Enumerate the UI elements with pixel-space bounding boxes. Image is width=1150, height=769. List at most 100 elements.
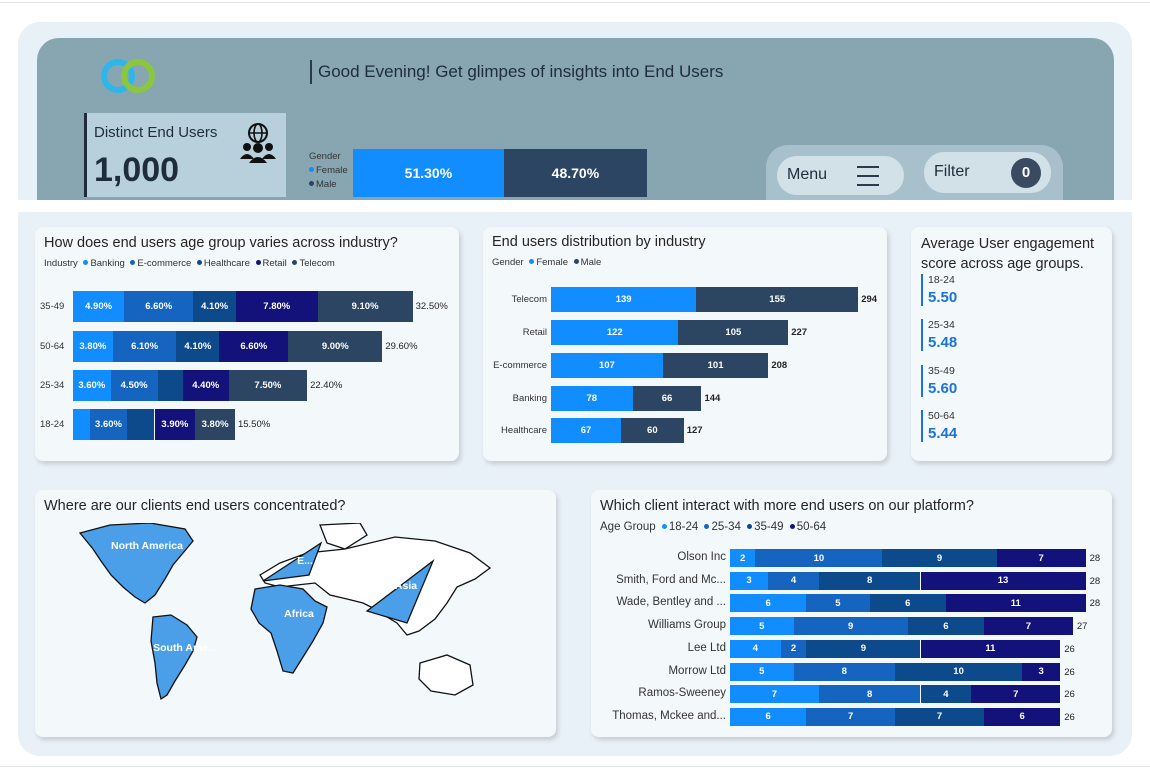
bar-total-label: 15.50% [237, 419, 271, 430]
age-35-49-dot-icon [747, 523, 753, 529]
world-map[interactable]: North America E... Asia Africa South Ame… [75, 523, 535, 708]
top-divider [0, 2, 1150, 3]
bar-total-label: 26 [1064, 711, 1075, 723]
bar-segment: 4.10% [176, 331, 220, 362]
bar-segment-male: 101 [662, 353, 769, 378]
bar-total-label: 208 [771, 360, 788, 371]
legend-50-64: 50-64 [796, 521, 827, 533]
gender-legend: Gender Female Male [309, 150, 348, 192]
client-label: Ramos-Sweeney [638, 687, 726, 700]
bar-segment-female: 139 [551, 287, 697, 312]
female-share: 51.30% [353, 149, 504, 197]
bar-segment: 7 [984, 617, 1073, 636]
gender-split-bar: 51.30% 48.70% [353, 149, 647, 197]
bar-total-label: 26 [1064, 666, 1075, 678]
bar-segment: 13 [920, 571, 1086, 590]
map-europe-label: E... [297, 555, 313, 567]
bar-segment-male: 60 [621, 418, 684, 443]
map-north-america-label: North America [111, 540, 183, 552]
bar-segment: 3 [1022, 662, 1061, 681]
engagement-score: 5.48 [928, 334, 958, 351]
bar-segment: 7.80% [236, 291, 318, 322]
kpi-card-distinct-users: Distinct End Users 1,000 [84, 113, 286, 197]
bar-segment: 9.00% [288, 331, 383, 362]
bar-total-label: 27 [1076, 621, 1088, 633]
engagement-title-line2: score across age groups. [921, 256, 1084, 272]
bar-segment: 3.60% [89, 409, 128, 440]
filter-button[interactable]: Filter 0 [924, 152, 1051, 193]
gender-legend-female: Female [309, 164, 348, 178]
legend-18-24: 18-24 [668, 521, 699, 533]
legend-healthcare: Healthcare [203, 258, 250, 269]
section-separator [18, 200, 1132, 212]
bar-segment: 9 [806, 639, 921, 658]
bar-segment: 4.90% [73, 291, 125, 322]
engagement-item: 18-24 5.50 [921, 274, 1071, 306]
legend-male: Male [580, 257, 602, 268]
legend-banking: Banking [90, 258, 125, 269]
industry-label: Banking [512, 393, 547, 404]
logo-icon [101, 59, 155, 93]
bar-segment: 4 [768, 571, 819, 590]
map-south-america-label: South Ame... [153, 642, 217, 654]
bar-segment: 9 [882, 549, 997, 567]
bar-segment: 10 [895, 662, 1023, 681]
banking-dot-icon [83, 260, 89, 266]
engagement-item: 25-34 5.48 [921, 319, 1071, 351]
bar-segment: 3.90% [154, 409, 196, 440]
bar-segment-male: 155 [696, 287, 859, 312]
bar-segment: 6.60% [219, 331, 289, 362]
bar-segment-female: 122 [551, 320, 679, 345]
filter-count-badge: 0 [1011, 158, 1041, 188]
client-label: Lee Ltd [687, 641, 726, 654]
client-label: Wade, Bentley and ... [616, 596, 726, 609]
north-america-shape [78, 523, 194, 604]
bar-total-label: 127 [686, 425, 703, 436]
age-group-label: 50-64 [40, 341, 65, 352]
legend-25-34: 25-34 [711, 521, 741, 533]
bar-segment: 3.80% [195, 409, 235, 440]
industry-dist-legend: Gender Female Male [492, 257, 601, 268]
bar-segment: 6.60% [124, 291, 194, 322]
bar-segment: 5 [730, 662, 794, 681]
africa-shape [250, 584, 328, 674]
map-asia-label: Asia [395, 580, 417, 592]
bar-segment: 6 [984, 707, 1061, 726]
bar-segment: 3.60% [73, 370, 111, 401]
bar-segment: 6.10% [112, 331, 177, 362]
bar-total-label: 294 [861, 294, 878, 305]
bar-segment: 5 [806, 594, 870, 613]
bar-segment: 7 [730, 685, 819, 704]
menu-button[interactable]: Menu [777, 156, 904, 195]
bar-segment: 4.40% [182, 370, 229, 401]
male-dot-icon [309, 181, 314, 187]
bar-segment [73, 409, 90, 440]
male-dot-icon [573, 259, 579, 265]
bar-segment: 7 [996, 549, 1086, 567]
map-africa-label: Africa [284, 608, 314, 620]
bar-segment-female: 107 [551, 353, 663, 378]
bar-total-label: 29.60% [385, 341, 418, 352]
gender-legend-male: Male [309, 178, 348, 192]
clients-legend: Age Group 18-24 25-34 35-49 50-64 [600, 521, 826, 533]
legend-35-49: 35-49 [754, 521, 784, 533]
age-group-label: 25-34 [40, 380, 65, 391]
client-label: Olson Inc [677, 551, 726, 563]
bar-segment: 6 [730, 707, 807, 726]
bar-segment-female: 67 [551, 418, 621, 443]
engagement-group: 50-64 [928, 410, 955, 422]
age-industry-legend-title: Industry [44, 258, 78, 269]
bar-segment: 6 [869, 594, 946, 613]
age-group-label: 18-24 [40, 419, 65, 430]
bar-segment: 9.10% [317, 291, 413, 322]
client-label: Williams Group [648, 619, 726, 632]
bar-segment: 3.80% [73, 331, 113, 362]
client-label: Smith, Ford and Mc... [616, 573, 726, 586]
client-label: Morrow Ltd [668, 664, 726, 677]
bar-segment: 8 [818, 571, 921, 590]
bar-segment: 7.50% [228, 370, 308, 401]
menu-label: Menu [787, 166, 828, 183]
healthcare-dot-icon [196, 260, 202, 266]
bar-segment-female: 78 [551, 386, 633, 411]
bar-segment-male: 105 [678, 320, 789, 345]
